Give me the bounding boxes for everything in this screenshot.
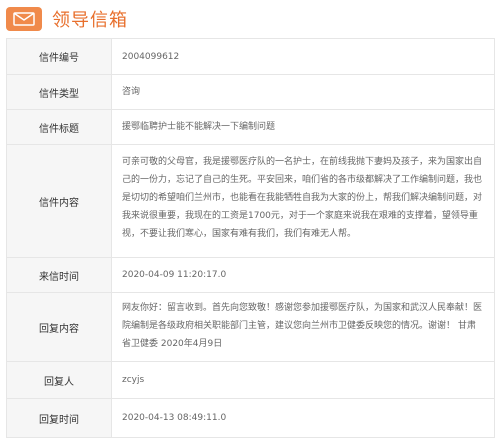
value-letter-number: 2004099612 <box>112 39 495 74</box>
value-replier: zcyjs <box>112 362 495 398</box>
value-reply-content: 网友你好：留言收到。首先向您致敬！感谢您参加援鄂医疗队，为国家和武汉人民奉献！医… <box>112 293 495 361</box>
page-header: 领导信箱 <box>6 6 494 32</box>
row-reply-content: 回复内容 网友你好：留言收到。首先向您致敬！感谢您参加援鄂医疗队，为国家和武汉人… <box>7 293 495 362</box>
value-received-time: 2020-04-09 11:20:17.0 <box>112 258 495 292</box>
label-letter-title: 信件标题 <box>7 110 112 144</box>
row-letter-type: 信件类型 咨询 <box>7 75 495 110</box>
row-received-time: 来信时间 2020-04-09 11:20:17.0 <box>7 258 495 293</box>
row-replier: 回复人 zcyjs <box>7 362 495 399</box>
label-received-time: 来信时间 <box>7 258 112 292</box>
value-letter-content: 可亲可敬的父母官，我是援鄂医疗队的一名护士，在前线我抛下妻妈及孩子，来为国家出自… <box>112 145 495 257</box>
row-letter-content: 信件内容 可亲可敬的父母官，我是援鄂医疗队的一名护士，在前线我抛下妻妈及孩子，来… <box>7 145 495 258</box>
label-letter-number: 信件编号 <box>7 39 112 74</box>
label-letter-type: 信件类型 <box>7 75 112 109</box>
label-letter-content: 信件内容 <box>7 145 112 257</box>
value-letter-type: 咨询 <box>112 75 495 109</box>
letter-details-table: 信件编号 2004099612 信件类型 咨询 信件标题 援鄂临聘护士能不能解决… <box>6 38 495 438</box>
label-reply-content: 回复内容 <box>7 293 112 361</box>
label-replier: 回复人 <box>7 362 112 398</box>
row-letter-title: 信件标题 援鄂临聘护士能不能解决一下编制问题 <box>7 110 495 145</box>
page-title: 领导信箱 <box>52 10 128 31</box>
mail-icon <box>6 7 42 31</box>
row-letter-number: 信件编号 2004099612 <box>7 39 495 75</box>
value-letter-title: 援鄂临聘护士能不能解决一下编制问题 <box>112 110 495 144</box>
